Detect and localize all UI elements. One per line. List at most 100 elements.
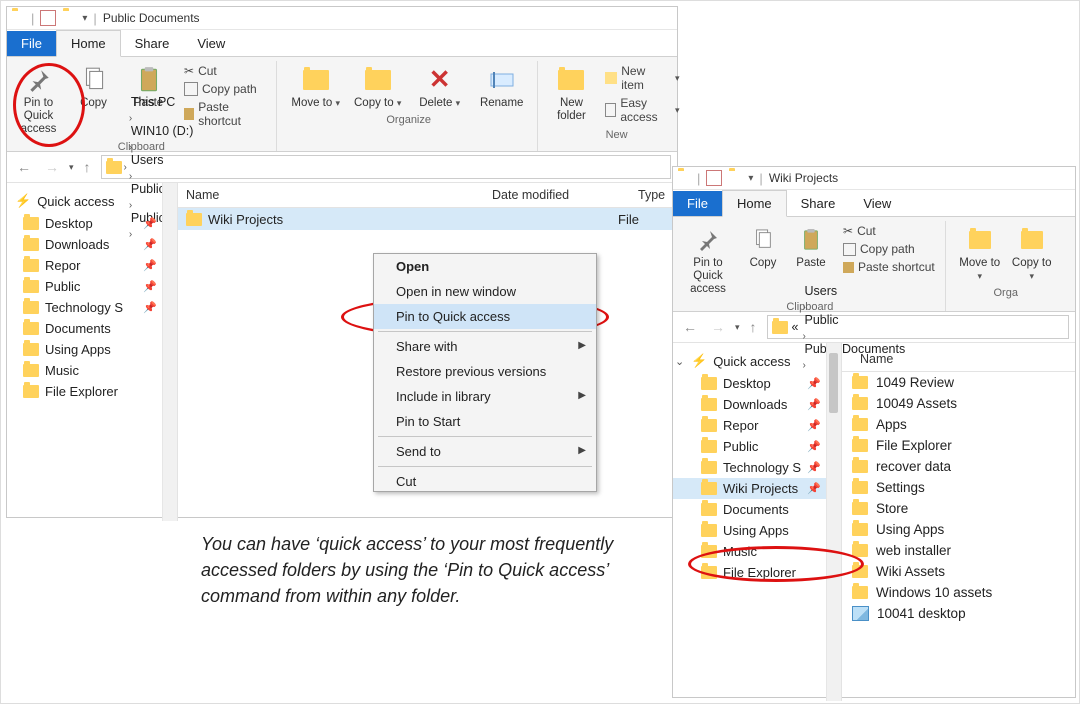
sidebar-item[interactable]: Repor📌 xyxy=(7,255,177,276)
address-bar[interactable]: « Users›Public›Public Documents› xyxy=(767,315,1069,339)
col-type[interactable]: Type xyxy=(630,188,673,202)
sidebar-item[interactable]: File Explorer xyxy=(7,381,177,402)
sidebar-item[interactable]: Public📌 xyxy=(673,436,841,457)
col-date[interactable]: Date modified xyxy=(484,188,630,202)
sidebar-item[interactable]: Downloads📌 xyxy=(673,394,841,415)
chevron-icon[interactable]: › xyxy=(129,171,132,182)
nav-forward[interactable]: → xyxy=(41,157,63,177)
quick-access-header[interactable]: ⚡ Quick access xyxy=(7,189,177,213)
breadcrumb-segment[interactable]: Users xyxy=(129,153,234,167)
sidebar-item[interactable]: Technology S📌 xyxy=(673,457,841,478)
sidebar-item[interactable]: Using Apps xyxy=(673,520,841,541)
qat-icon[interactable] xyxy=(706,170,722,186)
file-row[interactable]: Windows 10 assets xyxy=(842,582,1075,603)
file-row[interactable]: recover data xyxy=(842,456,1075,477)
ctx-include-library[interactable]: Include in library▶ xyxy=(374,384,596,409)
col-name[interactable]: Name xyxy=(852,352,901,366)
file-row[interactable]: Store xyxy=(842,498,1075,519)
qat-folder-icon[interactable] xyxy=(62,11,76,25)
tab-file[interactable]: File xyxy=(7,31,56,56)
qat-dropdown[interactable]: ▾ xyxy=(748,173,753,184)
breadcrumb-segment[interactable]: WIN10 (D:) xyxy=(129,124,234,138)
delete-button[interactable]: ✕ Delete ▾ xyxy=(411,61,469,112)
move-to-button[interactable]: Move to ▾ xyxy=(956,221,1004,285)
tab-share[interactable]: Share xyxy=(787,191,850,216)
tab-view[interactable]: View xyxy=(849,191,905,216)
new-folder-button[interactable]: New folder xyxy=(548,61,596,127)
copy-to-button[interactable]: Copy to ▾ xyxy=(1008,221,1056,285)
ctx-pin-start[interactable]: Pin to Start xyxy=(374,409,596,434)
ctx-open-new-window[interactable]: Open in new window xyxy=(374,279,596,304)
sidebar-scrollbar[interactable] xyxy=(826,343,841,701)
easy-access-button[interactable]: Easy access ▾ xyxy=(601,95,683,125)
tab-file[interactable]: File xyxy=(673,191,722,216)
rename-button[interactable]: Rename xyxy=(473,61,531,112)
tab-view[interactable]: View xyxy=(183,31,239,56)
address-bar[interactable]: › This PC›WIN10 (D:)›Users›Public›Public… xyxy=(101,155,671,179)
sidebar-scrollbar[interactable] xyxy=(162,183,177,521)
history-dropdown[interactable]: ▾ xyxy=(69,164,74,170)
file-row[interactable]: 1049 Review xyxy=(842,372,1075,393)
copy-to-button[interactable]: Copy to ▾ xyxy=(349,61,407,112)
file-row[interactable]: 10041 desktop xyxy=(842,603,1075,624)
nav-back[interactable]: ← xyxy=(679,317,701,337)
sidebar-item[interactable]: Desktop📌 xyxy=(7,213,177,234)
cut-button[interactable]: ✂ Cut xyxy=(180,63,268,79)
qat-folder-icon[interactable] xyxy=(728,171,742,185)
quick-access-header[interactable]: ⌄ ⚡ Quick access xyxy=(673,349,841,373)
chevron-icon[interactable]: › xyxy=(124,162,127,173)
copy-button[interactable]: Copy xyxy=(68,61,119,139)
sidebar-item[interactable]: Downloads📌 xyxy=(7,234,177,255)
qat-dropdown[interactable]: ▾ xyxy=(82,13,87,24)
breadcrumb-segment[interactable]: Users xyxy=(802,284,907,298)
pin-to-quick-access-button[interactable]: Pin to Quick access xyxy=(679,221,737,299)
sidebar-item[interactable]: Documents xyxy=(7,318,177,339)
tab-home[interactable]: Home xyxy=(722,190,787,217)
sidebar-item[interactable]: Music xyxy=(7,360,177,381)
file-row[interactable]: Settings xyxy=(842,477,1075,498)
copy-button[interactable]: Copy xyxy=(741,221,785,299)
nav-forward[interactable]: → xyxy=(707,317,729,337)
sidebar-item[interactable]: Music xyxy=(673,541,841,562)
sidebar-item[interactable]: Desktop📌 xyxy=(673,373,841,394)
file-row[interactable]: 10049 Assets xyxy=(842,393,1075,414)
copypath-button[interactable]: Copy path xyxy=(839,241,939,257)
file-row[interactable]: Using Apps xyxy=(842,519,1075,540)
scrollbar-thumb[interactable] xyxy=(829,353,838,413)
move-to-button[interactable]: Move to ▾ xyxy=(287,61,345,112)
breadcrumb-segment[interactable]: This PC xyxy=(129,95,234,109)
file-row[interactable]: Apps xyxy=(842,414,1075,435)
chevron-down-icon[interactable]: ⌄ xyxy=(675,355,684,368)
sidebar-item[interactable]: Repor📌 xyxy=(673,415,841,436)
ctx-restore[interactable]: Restore previous versions xyxy=(374,359,596,384)
chevron-icon[interactable]: › xyxy=(802,302,805,313)
chevron-icon[interactable]: › xyxy=(802,331,805,342)
file-row[interactable]: File Explorer xyxy=(842,435,1075,456)
ctx-cut[interactable]: Cut xyxy=(374,469,596,491)
pin-to-quick-access-button[interactable]: Pin to Quick access xyxy=(13,61,64,139)
paste-shortcut-button[interactable]: Paste shortcut xyxy=(839,259,939,275)
col-name[interactable]: Name xyxy=(178,188,484,202)
chevron-icon[interactable]: › xyxy=(129,142,132,153)
ctx-share-with[interactable]: Share with▶ xyxy=(374,334,596,359)
file-row-wiki-projects[interactable]: Wiki Projects File xyxy=(178,208,677,230)
qat-icon[interactable] xyxy=(40,10,56,26)
sidebar-item[interactable]: Public📌 xyxy=(7,276,177,297)
ctx-send-to[interactable]: Send to▶ xyxy=(374,439,596,464)
nav-up[interactable]: ↑ xyxy=(746,317,761,337)
breadcrumb-truncate[interactable]: « xyxy=(790,320,801,334)
ctx-pin-quick-access[interactable]: Pin to Quick access xyxy=(374,304,596,329)
chevron-icon[interactable]: › xyxy=(129,113,132,124)
nav-back[interactable]: ← xyxy=(13,157,35,177)
breadcrumb-segment[interactable]: Public xyxy=(802,313,907,327)
sidebar-item[interactable]: File Explorer xyxy=(673,562,841,583)
sidebar-item[interactable]: Technology S📌 xyxy=(7,297,177,318)
file-row[interactable]: web installer xyxy=(842,540,1075,561)
sidebar-item[interactable]: Using Apps xyxy=(7,339,177,360)
sidebar-item[interactable]: Documents xyxy=(673,499,841,520)
tab-home[interactable]: Home xyxy=(56,30,121,57)
file-row[interactable]: Wiki Assets xyxy=(842,561,1075,582)
nav-up[interactable]: ↑ xyxy=(80,157,95,177)
history-dropdown[interactable]: ▾ xyxy=(735,324,740,330)
sidebar-item[interactable]: Wiki Projects📌 xyxy=(673,478,841,499)
